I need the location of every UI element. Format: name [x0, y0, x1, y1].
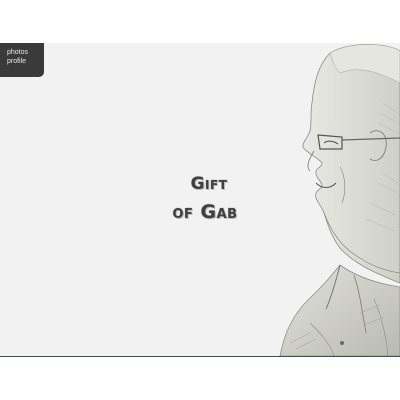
site-title-line-1: Gift [190, 174, 228, 194]
nav-menu: photos profile [0, 43, 44, 77]
nav-link-profile[interactable]: profile [7, 57, 44, 66]
portrait-sketch-image [279, 44, 400, 356]
stage-bottom-rule [0, 356, 400, 357]
hero-stage: Gift of Gab [0, 43, 400, 356]
nav-link-photos[interactable]: photos [7, 48, 44, 57]
site-title-line-2: of Gab [172, 201, 238, 223]
site-title: Gift of Gab [150, 173, 260, 225]
page: Gift of Gab photos profile [0, 0, 400, 400]
